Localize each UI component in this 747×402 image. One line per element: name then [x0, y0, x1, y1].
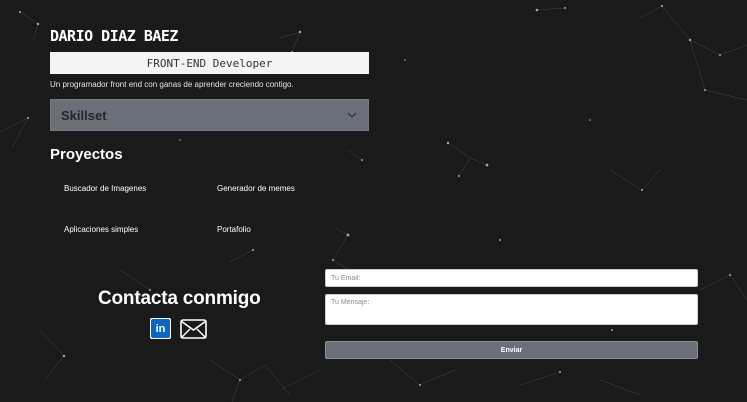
- skillset-dropdown[interactable]: Skillset: [50, 99, 369, 131]
- project-link-buscador[interactable]: Buscador de Imagenes: [64, 184, 146, 193]
- linkedin-icon: in: [151, 319, 170, 338]
- role-banner: FRONT-END Developer: [50, 52, 369, 74]
- page: DARIO DIAZ BAEZ FRONT-END Developer Un p…: [0, 0, 747, 402]
- profile-name: DARIO DIAZ BAEZ: [50, 27, 178, 45]
- linkedin-link[interactable]: in: [150, 318, 171, 339]
- tagline: Un programador front end con ganas de ap…: [50, 80, 294, 89]
- message-field[interactable]: [325, 294, 698, 325]
- mail-icon[interactable]: [180, 319, 207, 339]
- role-text: FRONT-END Developer: [146, 56, 273, 70]
- project-link-portafolio[interactable]: Portafolio: [217, 225, 251, 234]
- contact-heading: Contacta conmigo: [98, 288, 261, 309]
- project-link-memes[interactable]: Generador de memes: [217, 184, 295, 193]
- projects-heading: Proyectos: [50, 146, 123, 163]
- skillset-label: Skillset: [61, 107, 107, 123]
- project-link-aplicaciones[interactable]: Aplicaciones simples: [64, 225, 138, 234]
- send-button[interactable]: Enviar: [325, 341, 698, 359]
- email-field[interactable]: [325, 269, 698, 287]
- chevron-down-icon: [347, 112, 357, 118]
